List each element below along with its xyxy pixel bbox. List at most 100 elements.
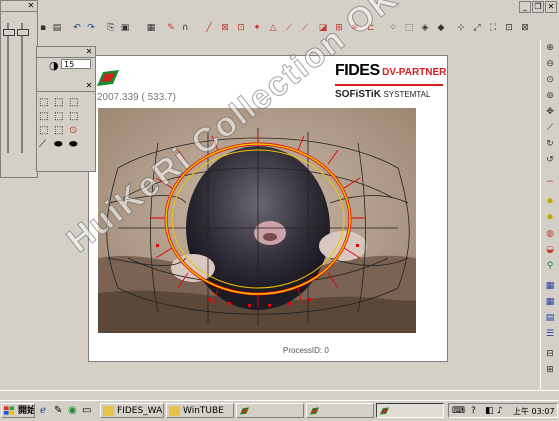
slider-thumb-right[interactable] [17, 29, 29, 36]
undo-icon[interactable]: ↶ [71, 22, 83, 34]
zoom-box-icon[interactable]: ⊡ [503, 22, 515, 34]
quicklaunch-globe-icon[interactable]: ◉ [68, 405, 77, 416]
task-wintube[interactable]: WinTUBE [166, 403, 234, 418]
slider-track-right[interactable] [21, 23, 23, 153]
zoom-all-icon[interactable]: ⊚ [544, 90, 556, 102]
dims-icon[interactable]: ⊠ [519, 22, 531, 34]
triangle-icon[interactable]: △ [267, 22, 279, 34]
stack-icon[interactable]: ☰ [544, 328, 556, 340]
task-fides-label: FIDES_WA... [117, 406, 163, 416]
slider-track-left[interactable] [7, 23, 9, 153]
section-alt-icon[interactable]: ⊞ [544, 364, 556, 376]
cube-left-icon[interactable]: ⬚ [39, 125, 48, 136]
task-app-1[interactable] [236, 403, 304, 418]
snap-grid-icon[interactable]: ⁘ [387, 22, 399, 34]
section-icon[interactable]: ⊟ [544, 348, 556, 360]
rotate-icon[interactable]: ↻ [544, 138, 556, 150]
quicklaunch-ie-icon[interactable]: ℯ [40, 405, 46, 416]
fides-app-icon-2 [309, 407, 320, 415]
layer-alt-icon[interactable]: ▦ [544, 296, 556, 308]
select-icon[interactable]: ▦ [145, 22, 157, 34]
restore-button[interactable]: ❐ [532, 1, 544, 13]
paste-icon[interactable]: ▣ [119, 22, 131, 34]
clock[interactable]: 上午 03:07 [513, 406, 555, 417]
print-icon[interactable]: ▤ [51, 22, 63, 34]
cube-top-icon[interactable]: ⬚ [39, 111, 48, 122]
cube-back-icon[interactable]: ⬚ [54, 111, 63, 122]
cube-icon[interactable]: ◈ [419, 22, 431, 34]
zoom-out-icon[interactable]: ⊖ [544, 58, 556, 70]
copy-icon[interactable]: ⎘ [105, 22, 117, 34]
pin-icon[interactable]: ⚲ [544, 260, 556, 272]
partner-suffix: SYSTEMTAL [383, 90, 431, 99]
task-fides[interactable]: FIDES_WA... [100, 403, 164, 418]
help-icon[interactable]: ? [471, 406, 476, 416]
palette-close-icon[interactable]: ✕ [85, 48, 93, 56]
close-button[interactable]: ✕ [545, 1, 557, 13]
fides-logo-icon [97, 70, 119, 86]
move-icon[interactable]: ⊹ [455, 22, 467, 34]
sphere-icon[interactable]: ◍ [544, 228, 556, 240]
cube-front-icon[interactable]: ⬚ [39, 97, 48, 108]
dome-icon[interactable]: ◒ [544, 244, 556, 256]
close-icon: ✕ [547, 2, 555, 11]
pen-tool-icon[interactable]: ⟋ [39, 139, 46, 150]
cube-right-icon[interactable]: ⬚ [54, 125, 63, 136]
polyline-icon[interactable]: ⟋ [299, 22, 311, 34]
fides-brand-primary: FIDES [335, 62, 380, 79]
task-app-3-active[interactable] [376, 403, 444, 418]
diamond-icon[interactable]: ◆ [435, 22, 447, 34]
minimize-button[interactable]: _ [519, 1, 531, 13]
brand-rule [335, 84, 443, 86]
orbit-icon[interactable]: ↺ [544, 154, 556, 166]
slider-thumb-left[interactable] [3, 29, 15, 36]
slider-panel-close-icon[interactable]: ✕ [27, 2, 35, 10]
process-id: ProcessID: 0 [283, 346, 329, 355]
start-button[interactable]: 開始 [1, 403, 35, 418]
partner-name: SOFiSTiK [335, 89, 381, 100]
cube-bottom-icon[interactable]: ⬚ [69, 111, 78, 122]
quicklaunch-desktop-icon[interactable]: ▭ [82, 405, 91, 416]
fides-brand: FIDES DV-PARTNER [335, 62, 446, 80]
pan-icon[interactable]: ✥ [544, 106, 556, 118]
system-tray: ⌨ ? ◧ ♪ 上午 03:07 [448, 403, 558, 418]
star-icon[interactable]: ✦ [251, 22, 263, 34]
line-icon[interactable]: ╱ [203, 22, 215, 34]
tool-row: ▪ ▤ ↶ ↷ ⎘ ▣ ▦ ✎ ∩ ╱ ⊠ ⊡ ✦ △ ⟋ ⟋ ◪ ⊞ ✱ ⊏ … [35, 18, 539, 38]
curve-icon[interactable]: ∽ [544, 176, 556, 188]
zoom-in-icon[interactable]: ⊕ [544, 42, 556, 54]
keyboard-icon[interactable]: ⌨ [452, 406, 465, 416]
angle-input[interactable] [61, 59, 91, 69]
zoom-window-icon[interactable]: ⊙ [544, 74, 556, 86]
balloon-icon[interactable]: ⬬ [54, 139, 63, 150]
box-icon[interactable]: ⊡ [235, 22, 247, 34]
measure-icon[interactable]: ⟋ [544, 122, 556, 134]
network-icon[interactable]: ◧ [485, 406, 494, 416]
fit-icon[interactable]: ⛶ [487, 22, 499, 34]
right-toolbar: ⊕ ⊖ ⊙ ⊚ ✥ ⟋ ↻ ↺ ∽ ✸ ✸ ◍ ◒ ⚲ ▦ ▦ ▤ ☰ ⊟ ⊞ [540, 40, 559, 390]
layer-icon[interactable]: ▦ [544, 280, 556, 292]
light-alt-icon[interactable]: ✸ [544, 212, 556, 224]
task-app-2[interactable] [306, 403, 374, 418]
partner-brand: SOFiSTiK SYSTEMTAL [335, 89, 430, 100]
cube-iso-icon[interactable]: ⬚ [54, 97, 63, 108]
light-icon[interactable]: ✸ [544, 196, 556, 208]
cube-side-icon[interactable]: ⬚ [69, 97, 78, 108]
balloon-alt-icon[interactable]: ⬬ [69, 139, 78, 150]
fides-brand-secondary: DV-PARTNER [382, 67, 447, 78]
mole-photo-with-mesh[interactable] [98, 108, 416, 333]
windows-logo-icon [4, 406, 15, 415]
pencil-icon[interactable]: ✎ [165, 22, 177, 34]
snap-box-icon[interactable]: ⬚ [403, 22, 415, 34]
draw-line-icon[interactable]: ⟋ [283, 22, 295, 34]
magnet-icon[interactable]: ∩ [179, 22, 191, 34]
volume-icon[interactable]: ♪ [497, 406, 503, 416]
scale-icon[interactable]: ⤢ [471, 22, 483, 34]
save-icon[interactable]: ▪ [37, 22, 49, 34]
quicklaunch-edit-icon[interactable]: ✎ [54, 405, 62, 416]
rect-icon[interactable]: ⊠ [219, 22, 231, 34]
palette-sub-close-icon[interactable]: ✕ [85, 82, 93, 90]
zoom-target-icon[interactable]: ⊙ [69, 125, 77, 136]
table-icon[interactable]: ▤ [544, 312, 556, 324]
redo-icon[interactable]: ↷ [85, 22, 97, 34]
